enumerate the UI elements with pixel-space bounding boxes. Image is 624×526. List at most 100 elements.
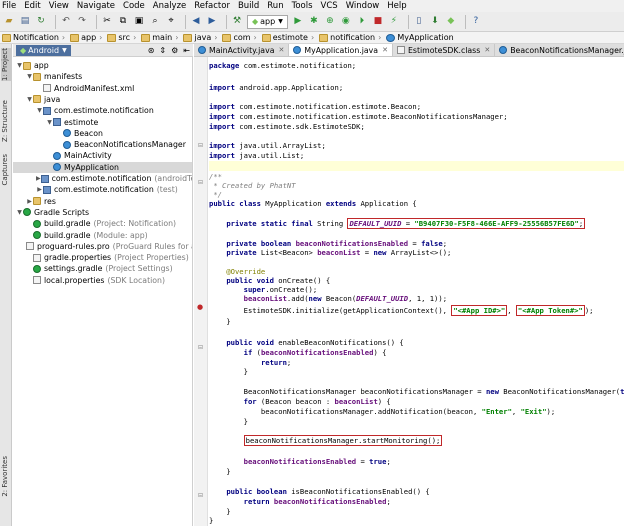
fold-marker-icon[interactable]: ⊟ (198, 344, 203, 351)
run-icon[interactable]: ▶ (292, 16, 304, 28)
close-icon[interactable]: ✕ (278, 46, 284, 54)
breadcrumb-item[interactable]: app › (70, 33, 105, 42)
save-all-icon[interactable]: ▤ (19, 16, 31, 28)
tree-item[interactable]: MyApplication (13, 161, 192, 173)
breadcrumb-item[interactable]: src › (107, 33, 139, 42)
fold-marker-icon[interactable]: ⊟ (198, 142, 203, 149)
run-config-select[interactable]: ◆ app ▼ (247, 14, 288, 29)
code-line: import android.app.Application; (209, 83, 344, 92)
tree-item[interactable]: ▶ com.estimote.notification (test) (13, 184, 192, 195)
menu-code[interactable]: Code (123, 1, 145, 11)
menu-file[interactable]: File (2, 1, 16, 11)
tree-item[interactable]: ▼ app (13, 60, 192, 71)
expand-arrow-icon[interactable]: ▼ (16, 62, 23, 69)
editor-tab[interactable]: MyApplication.java ✕ (289, 44, 393, 56)
editor-gutter[interactable]: ⊟ ⊟ ● ⊟ ⊟ (194, 57, 208, 526)
override-marker-icon[interactable]: ● (197, 303, 203, 311)
collapse-arrow-icon[interactable]: ▶ (26, 198, 33, 205)
fold-marker-icon[interactable]: ⊟ (198, 492, 203, 499)
hide-panel-icon[interactable]: ⇤ (183, 46, 190, 55)
gear-icon[interactable]: ⚙ (171, 46, 178, 55)
profile-icon[interactable]: ⏵ (356, 16, 368, 28)
debug-icon[interactable]: ✱ (308, 16, 320, 28)
tree-item[interactable]: build.gradle (Project: Notification) (13, 218, 192, 229)
tree-item[interactable]: ▶ res (13, 196, 192, 207)
breadcrumb-item[interactable]: main › (141, 33, 181, 42)
avd-manager-icon[interactable]: ▯ (413, 16, 425, 28)
tree-item[interactable]: ▼ estimote (13, 117, 192, 128)
tree-item-label: com.estimote.notification (54, 106, 154, 116)
captures-tool-tab[interactable]: Captures (1, 154, 11, 185)
sync-icon[interactable]: ↻ (35, 16, 47, 28)
back-icon[interactable]: ◀ (190, 16, 202, 28)
tree-item[interactable]: ▶com.estimote.notification(androidTest) (13, 173, 192, 184)
code-editor[interactable]: package com.estimote.notification; impor… (209, 57, 624, 526)
tree-item[interactable]: ▼ Gradle Scripts (13, 207, 192, 218)
menu-view[interactable]: View (49, 1, 69, 11)
tree-item[interactable]: BeaconNotificationsManager (13, 139, 192, 150)
menu-tools[interactable]: Tools (292, 1, 313, 11)
help-icon[interactable]: ? (470, 16, 482, 28)
menu-run[interactable]: Run (267, 1, 283, 11)
project-view-select[interactable]: ◆ Android ▼ (16, 44, 71, 56)
expand-arrow-icon[interactable]: ▼ (16, 209, 23, 216)
copy-icon[interactable]: ⧉ (117, 16, 129, 28)
apply-changes-icon[interactable]: ⚡ (388, 16, 400, 28)
breadcrumb-item[interactable]: MyApplication (386, 33, 454, 42)
menu-window[interactable]: Window (346, 1, 380, 11)
menu-analyze[interactable]: Analyze (153, 1, 187, 11)
editor-tab[interactable]: EstimoteSDK.class ✕ (392, 44, 496, 56)
expand-arrow-icon[interactable]: ▼ (26, 73, 33, 80)
tree-item[interactable]: ▼ java (13, 94, 192, 105)
stop-icon[interactable]: ■ (372, 16, 384, 28)
tree-item[interactable]: ▼ com.estimote.notification (13, 105, 192, 116)
breadcrumb-item[interactable]: notification › (319, 33, 384, 42)
redo-icon[interactable]: ↷ (76, 16, 88, 28)
tree-item[interactable]: settings.gradle (Project Settings) (13, 263, 192, 274)
tree-item[interactable]: Beacon (13, 128, 192, 139)
collapse-arrow-icon[interactable]: ▶ (36, 186, 43, 193)
menu-help[interactable]: Help (387, 1, 406, 11)
replace-icon[interactable]: ⌖ (165, 16, 177, 28)
editor-tab[interactable]: MainActivity.java ✕ (194, 44, 290, 56)
android-monitor-icon[interactable]: ◆ (445, 16, 457, 28)
attach-debugger-icon[interactable]: ⊕ (324, 16, 336, 28)
tree-item[interactable]: ▼ manifests (13, 71, 192, 82)
breadcrumb-item[interactable]: com › (222, 33, 259, 42)
tree-item[interactable]: AndroidManifest.xml (13, 83, 192, 94)
globe-icon[interactable]: ⊛ (148, 46, 155, 55)
breadcrumb-item[interactable]: estimote › (261, 33, 317, 42)
collapse-all-icon[interactable]: ⇕ (159, 46, 166, 55)
cut-icon[interactable]: ✂ (101, 16, 113, 28)
tree-item[interactable]: gradle.properties (Project Properties) (13, 252, 192, 263)
menu-navigate[interactable]: Navigate (77, 1, 115, 11)
expand-arrow-icon[interactable]: ▼ (36, 107, 43, 114)
tree-item[interactable]: MainActivity (13, 150, 192, 161)
coverage-icon[interactable]: ◉ (340, 16, 352, 28)
structure-tool-tab[interactable]: Z: Structure (1, 100, 11, 142)
favorites-tool-tab[interactable]: 2: Favorites (1, 456, 11, 497)
tree-item[interactable]: local.properties (SDK Location) (13, 275, 192, 286)
menu-vcs[interactable]: VCS (321, 1, 338, 11)
find-icon[interactable]: ⌕ (149, 16, 161, 28)
undo-icon[interactable]: ↶ (60, 16, 72, 28)
close-icon[interactable]: ✕ (484, 46, 490, 54)
close-icon[interactable]: ✕ (382, 46, 388, 54)
breadcrumb-item[interactable]: java › (183, 33, 220, 42)
expand-arrow-icon[interactable]: ▼ (26, 96, 33, 103)
breadcrumb-item[interactable]: Notification › (2, 33, 68, 42)
paste-icon[interactable]: ▣ (133, 16, 145, 28)
sdk-manager-icon[interactable]: ⬇ (429, 16, 441, 28)
menu-edit[interactable]: Edit (24, 1, 40, 11)
open-icon[interactable]: ▰ (3, 16, 15, 28)
editor-tab[interactable]: BeaconNotificationsManager.java✕ (495, 44, 624, 56)
project-tool-tab[interactable]: 1: Project (1, 48, 11, 81)
tree-item[interactable]: proguard-rules.pro(ProGuard Rules for ap… (13, 241, 192, 252)
expand-arrow-icon[interactable]: ▼ (46, 119, 53, 126)
menu-refactor[interactable]: Refactor (194, 1, 230, 11)
tree-item[interactable]: build.gradle (Module: app) (13, 230, 192, 241)
make-project-icon[interactable]: ⚒ (231, 16, 243, 28)
menu-build[interactable]: Build (238, 1, 259, 11)
forward-icon[interactable]: ▶ (206, 16, 218, 28)
fold-marker-icon[interactable]: ⊟ (198, 179, 203, 186)
